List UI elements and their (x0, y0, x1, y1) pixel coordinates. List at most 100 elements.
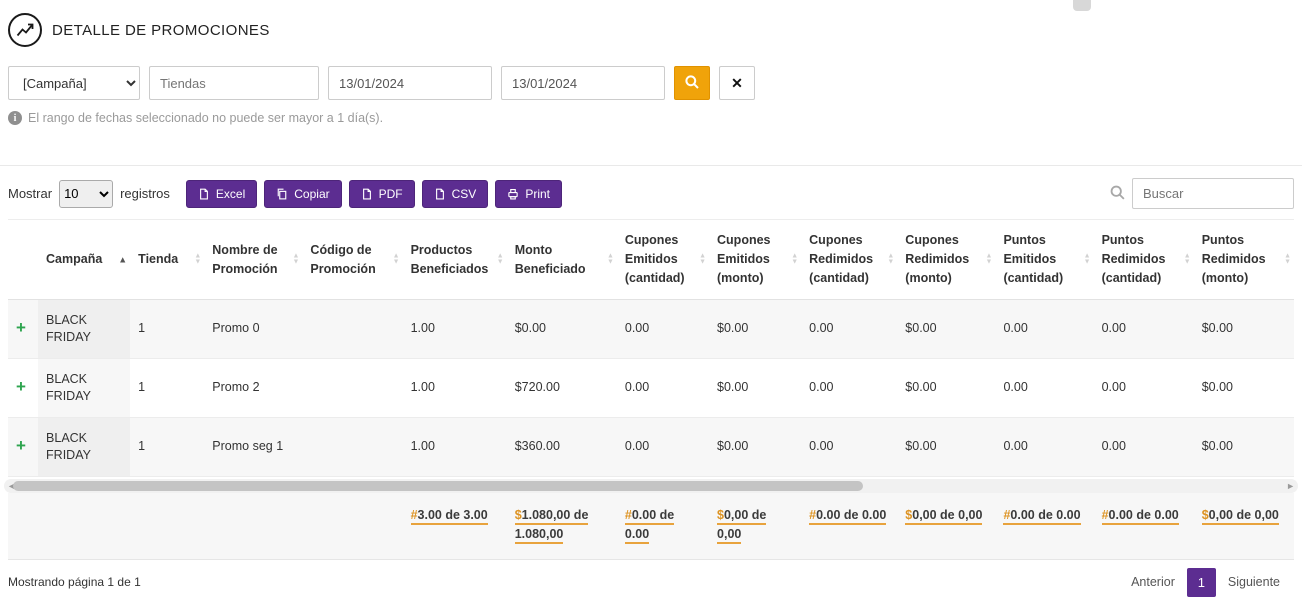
sort-icons[interactable]: ▲▼ (986, 253, 993, 266)
cell-points-redeemed-qty: 0.00 (1094, 300, 1194, 359)
copy-button[interactable]: Copiar (264, 180, 341, 208)
cell-products: 1.00 (403, 359, 507, 418)
pagination-current-page[interactable]: 1 (1187, 568, 1216, 597)
show-label: Mostrar (8, 186, 52, 201)
expand-row-button[interactable]: + (16, 436, 26, 455)
cell-amount: $0.00 (507, 300, 617, 359)
cell-points-redeemed-amt: $0.00 (1194, 359, 1294, 418)
col-header-coupons-redeemed-qty[interactable]: Cupones Redimidos (cantidad) ▲▼ (801, 220, 897, 300)
section-divider (0, 165, 1302, 166)
scroll-right-arrow[interactable]: ► (1286, 480, 1295, 492)
total-points-issued-qty: #0.00 de 0.00 (995, 493, 1093, 559)
col-header-points-issued-qty[interactable]: Puntos Emitidos (cantidad) ▲▼ (995, 220, 1093, 300)
promotions-table: Campaña ▲ Tienda ▲▼ Nombre de Promoción … (8, 219, 1294, 477)
campaign-select[interactable]: [Campaña] (8, 66, 140, 100)
cell-products: 1.00 (403, 300, 507, 359)
col-header-amount[interactable]: Monto Beneficiado ▲▼ (507, 220, 617, 300)
cell-coupons-redeemed-qty: 0.00 (801, 418, 897, 477)
search-button[interactable] (674, 66, 710, 100)
cell-points-issued-qty: 0.00 (995, 359, 1093, 418)
excel-file-icon (198, 188, 210, 200)
cell-amount: $720.00 (507, 359, 617, 418)
expand-row-button[interactable]: + (16, 377, 26, 396)
bottom-bar: Mostrando página 1 de 1 Anterior 1 Sigui… (8, 568, 1294, 597)
cell-store: 1 (130, 418, 204, 477)
col-header-coupons-redeemed-amt[interactable]: Cupones Redimidos (monto) ▲▼ (897, 220, 995, 300)
page-corner-artifact (1073, 0, 1091, 11)
pagination-next[interactable]: Siguiente (1228, 575, 1280, 589)
excel-button[interactable]: Excel (186, 180, 257, 208)
total-coupons-redeemed-qty: #0.00 de 0.00 (801, 493, 897, 559)
cell-points-redeemed-amt: $0.00 (1194, 418, 1294, 477)
cell-promo-code (302, 418, 402, 477)
col-header-points-redeemed-amt[interactable]: Puntos Redimidos (monto) ▲▼ (1194, 220, 1294, 300)
page-title: DETALLE DE PROMOCIONES (52, 22, 270, 39)
csv-button[interactable]: CSV (422, 180, 489, 208)
col-header-promo-code[interactable]: Código de Promoción ▲▼ (302, 220, 402, 300)
table-toolbar: Mostrar 10 registros Excel Copiar PDF (8, 178, 1294, 209)
col-header-coupons-issued-qty[interactable]: Cupones Emitidos (cantidad) ▲▼ (617, 220, 709, 300)
sort-icons[interactable]: ▲▼ (791, 253, 798, 266)
expand-column-header (8, 220, 38, 300)
cell-promo-code (302, 300, 402, 359)
records-label: registros (120, 186, 170, 201)
cell-promo-name: Promo 0 (204, 300, 302, 359)
cell-campaign: BLACK FRIDAY (38, 359, 130, 418)
sort-icons[interactable]: ▲▼ (1084, 253, 1091, 266)
pagination-prev[interactable]: Anterior (1131, 575, 1175, 589)
total-amount: $1.080,00 de 1.080,00 (507, 493, 617, 559)
page-header: DETALLE DE PROMOCIONES (0, 0, 1302, 53)
table-row: + BLACK FRIDAY 1 Promo 0 1.00 $0.00 0.00… (8, 300, 1294, 359)
col-header-campaign[interactable]: Campaña ▲ (38, 220, 130, 300)
sort-icons[interactable]: ▲▼ (393, 253, 400, 266)
print-button[interactable]: Print (495, 180, 562, 208)
col-header-store[interactable]: Tienda ▲▼ (130, 220, 204, 300)
cell-coupons-redeemed-qty: 0.00 (801, 359, 897, 418)
total-coupons-issued-amt: $0,00 de 0,00 (709, 493, 801, 559)
cell-store: 1 (130, 300, 204, 359)
sort-icons[interactable]: ▲▼ (887, 253, 894, 266)
cell-coupons-issued-qty: 0.00 (617, 418, 709, 477)
col-header-promo-name[interactable]: Nombre de Promoción ▲▼ (204, 220, 302, 300)
sort-icons[interactable]: ▲▼ (1184, 253, 1191, 266)
cell-coupons-issued-qty: 0.00 (617, 359, 709, 418)
close-icon: ✕ (731, 75, 743, 92)
copy-icon (276, 188, 288, 200)
sort-icons[interactable]: ▲▼ (292, 253, 299, 266)
table-search-input[interactable] (1132, 178, 1294, 209)
total-coupons-redeemed-amt: $0,00 de 0,00 (897, 493, 995, 559)
cell-coupons-redeemed-amt: $0.00 (897, 359, 995, 418)
page-size-select[interactable]: 10 (59, 180, 113, 208)
cell-promo-name: Promo 2 (204, 359, 302, 418)
col-header-products[interactable]: Productos Beneficiados ▲▼ (403, 220, 507, 300)
printer-icon (507, 188, 519, 200)
cell-products: 1.00 (403, 418, 507, 477)
cell-coupons-redeemed-qty: 0.00 (801, 300, 897, 359)
cell-coupons-redeemed-amt: $0.00 (897, 300, 995, 359)
filters-bar: [Campaña] ✕ (8, 66, 1294, 100)
clear-filters-button[interactable]: ✕ (719, 66, 755, 100)
sort-asc-icon[interactable]: ▲ (118, 255, 127, 264)
cell-coupons-issued-amt: $0.00 (709, 359, 801, 418)
total-points-redeemed-qty: #0.00 de 0.00 (1094, 493, 1194, 559)
table-search (1109, 178, 1294, 209)
sort-icons[interactable]: ▲▼ (607, 253, 614, 266)
stores-input[interactable] (149, 66, 319, 100)
info-text: El rango de fechas seleccionado no puede… (28, 111, 383, 125)
expand-row-button[interactable]: + (16, 318, 26, 337)
sort-icons[interactable]: ▲▼ (699, 253, 706, 266)
horizontal-scrollbar[interactable]: ◄ ► (4, 479, 1298, 493)
date-from-input[interactable] (328, 66, 492, 100)
pdf-file-icon (361, 188, 373, 200)
search-icon (1109, 184, 1126, 204)
export-buttons: Excel Copiar PDF CSV Print (186, 180, 562, 208)
date-to-input[interactable] (501, 66, 665, 100)
sort-icons[interactable]: ▲▼ (497, 253, 504, 266)
csv-file-icon (434, 188, 446, 200)
col-header-coupons-issued-amt[interactable]: Cupones Emitidos (monto) ▲▼ (709, 220, 801, 300)
pdf-button[interactable]: PDF (349, 180, 415, 208)
col-header-points-redeemed-qty[interactable]: Puntos Redimidos (cantidad) ▲▼ (1094, 220, 1194, 300)
scrollbar-thumb[interactable] (13, 481, 863, 491)
sort-icons[interactable]: ▲▼ (194, 253, 201, 266)
sort-icons[interactable]: ▲▼ (1284, 253, 1291, 266)
